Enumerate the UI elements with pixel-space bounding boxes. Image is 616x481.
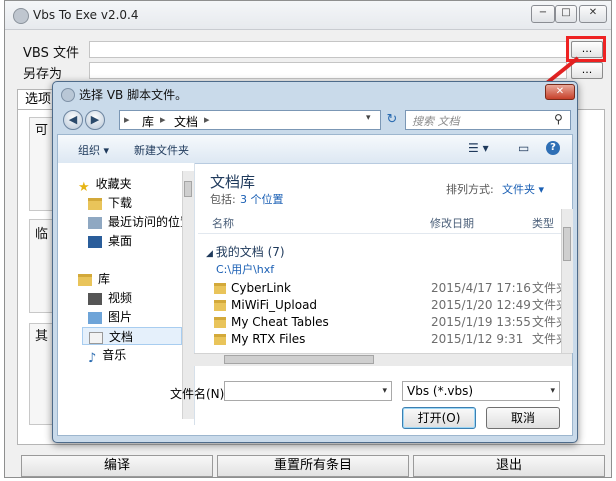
group-path-link[interactable]: C:\用户\hxf xyxy=(216,261,274,277)
column-type[interactable]: 类型 xyxy=(532,215,554,231)
dialog-toolbar: 组织 ▾ 新建文件夹 ☰ ▾ ▭ ? xyxy=(58,135,572,164)
arrange-by-label: 排列方式: xyxy=(446,183,494,196)
column-date[interactable]: 修改日期 xyxy=(430,215,474,231)
horizontal-scrollbar[interactable] xyxy=(194,353,572,366)
content-scroll-thumb[interactable] xyxy=(563,227,571,261)
star-icon: ★ xyxy=(78,179,90,195)
folder-icon xyxy=(214,300,226,311)
cancel-button[interactable]: 取消 xyxy=(486,407,560,429)
nav-scrollbar[interactable] xyxy=(182,171,194,419)
tree-recent[interactable]: 最近访问的位置 xyxy=(88,213,192,231)
forward-icon[interactable]: ▶ xyxy=(85,110,105,130)
nav-scroll-thumb[interactable] xyxy=(184,181,192,197)
breadcrumb-documents[interactable]: 文档 xyxy=(174,113,198,130)
dialog-content: 组织 ▾ 新建文件夹 ☰ ▾ ▭ ? ★ 收藏夹 下载 最近访问的位置 桌面 库 … xyxy=(57,134,573,436)
search-icon[interactable]: ⚲ xyxy=(554,112,563,126)
tree-videos[interactable]: 视频 xyxy=(88,289,132,307)
library-includes-label: 包括: xyxy=(210,193,236,206)
breadcrumb-chevron-icon[interactable]: ▸ xyxy=(204,113,210,126)
music-icon: ♪ xyxy=(88,350,97,366)
view-options-icon[interactable]: ☰ ▾ xyxy=(468,141,489,155)
content-scrollbar[interactable] xyxy=(561,209,573,353)
file-dialog: 选择 VB 脚本文件。 ✕ ◀ ▶ ▸ 库 ▸ 文档 ▸ ▾ ↻ 搜索 文档 ⚲… xyxy=(52,81,578,443)
tree-documents[interactable]: 文档 xyxy=(82,327,182,345)
breadcrumb-root-icon: ▸ xyxy=(124,113,130,126)
dialog-close-button[interactable]: ✕ xyxy=(545,84,575,100)
filename-label: 文件名(N): xyxy=(170,387,229,401)
open-button[interactable]: 打开(O) xyxy=(402,407,476,429)
document-icon xyxy=(89,331,103,344)
column-name[interactable]: 名称 xyxy=(212,215,234,231)
help-icon[interactable]: ? xyxy=(546,141,560,155)
file-row[interactable]: MiWiFi_Upload 2015/1/20 12:49 文件夹 xyxy=(206,297,576,314)
video-icon xyxy=(88,292,102,305)
address-dropdown-icon[interactable]: ▾ xyxy=(366,113,371,123)
folder-icon xyxy=(214,334,226,345)
group-header[interactable]: ◢ 我的文档 (7) xyxy=(206,243,285,260)
file-row[interactable]: My Cheat Tables 2015/1/19 13:55 文件夹 xyxy=(206,314,576,331)
refresh-icon[interactable]: ↻ xyxy=(383,110,401,130)
library-locations-link[interactable]: 3 个位置 xyxy=(240,191,284,207)
back-icon[interactable]: ◀ xyxy=(63,110,83,130)
address-bar[interactable]: ▸ 库 ▸ 文档 ▸ ▾ xyxy=(119,110,381,130)
new-folder-button[interactable]: 新建文件夹 xyxy=(134,142,189,158)
organize-button[interactable]: 组织 ▾ xyxy=(78,142,109,158)
dialog-title: 选择 VB 脚本文件。 xyxy=(79,88,188,102)
picture-icon xyxy=(88,311,102,324)
tree-favorites[interactable]: ★ 收藏夹 xyxy=(78,175,132,195)
breadcrumb-libraries[interactable]: 库 xyxy=(142,113,154,130)
preview-pane-icon[interactable]: ▭ xyxy=(518,141,529,155)
desktop-icon xyxy=(88,235,102,248)
tree-pictures[interactable]: 图片 xyxy=(88,308,132,326)
downloads-folder-icon xyxy=(88,197,102,210)
file-row[interactable]: CyberLink 2015/4/17 17:16 文件夹 xyxy=(206,280,576,297)
tree-desktop[interactable]: 桌面 xyxy=(88,232,132,250)
search-placeholder: 搜索 文档 xyxy=(412,115,460,128)
folder-icon xyxy=(214,283,226,294)
tree-downloads[interactable]: 下载 xyxy=(88,194,132,212)
tree-libraries[interactable]: 库 xyxy=(78,270,110,288)
libraries-icon xyxy=(78,273,92,286)
column-header-row: 名称 修改日期 类型 xyxy=(198,209,562,234)
dialog-icon xyxy=(61,88,75,102)
file-type-dropdown-icon[interactable]: ▾ xyxy=(550,382,555,400)
filename-input[interactable]: ▾ xyxy=(224,381,392,401)
file-type-select[interactable]: Vbs (*.vbs) ▾ xyxy=(402,381,560,401)
folder-icon xyxy=(214,317,226,328)
breadcrumb-separator-icon: ▸ xyxy=(160,113,166,126)
filename-dropdown-icon[interactable]: ▾ xyxy=(382,382,387,400)
search-box[interactable]: 搜索 文档 ⚲ xyxy=(405,110,571,130)
arrange-by-dropdown[interactable]: 文件夹 ▾ xyxy=(502,181,544,197)
library-title: 文档库 xyxy=(210,173,256,191)
recent-places-icon xyxy=(88,216,102,229)
file-row[interactable]: My RTX Files 2015/1/12 9:31 文件夹 xyxy=(206,331,576,348)
tree-music[interactable]: ♪ 音乐 xyxy=(88,346,126,366)
horizontal-scroll-thumb[interactable] xyxy=(224,355,374,364)
